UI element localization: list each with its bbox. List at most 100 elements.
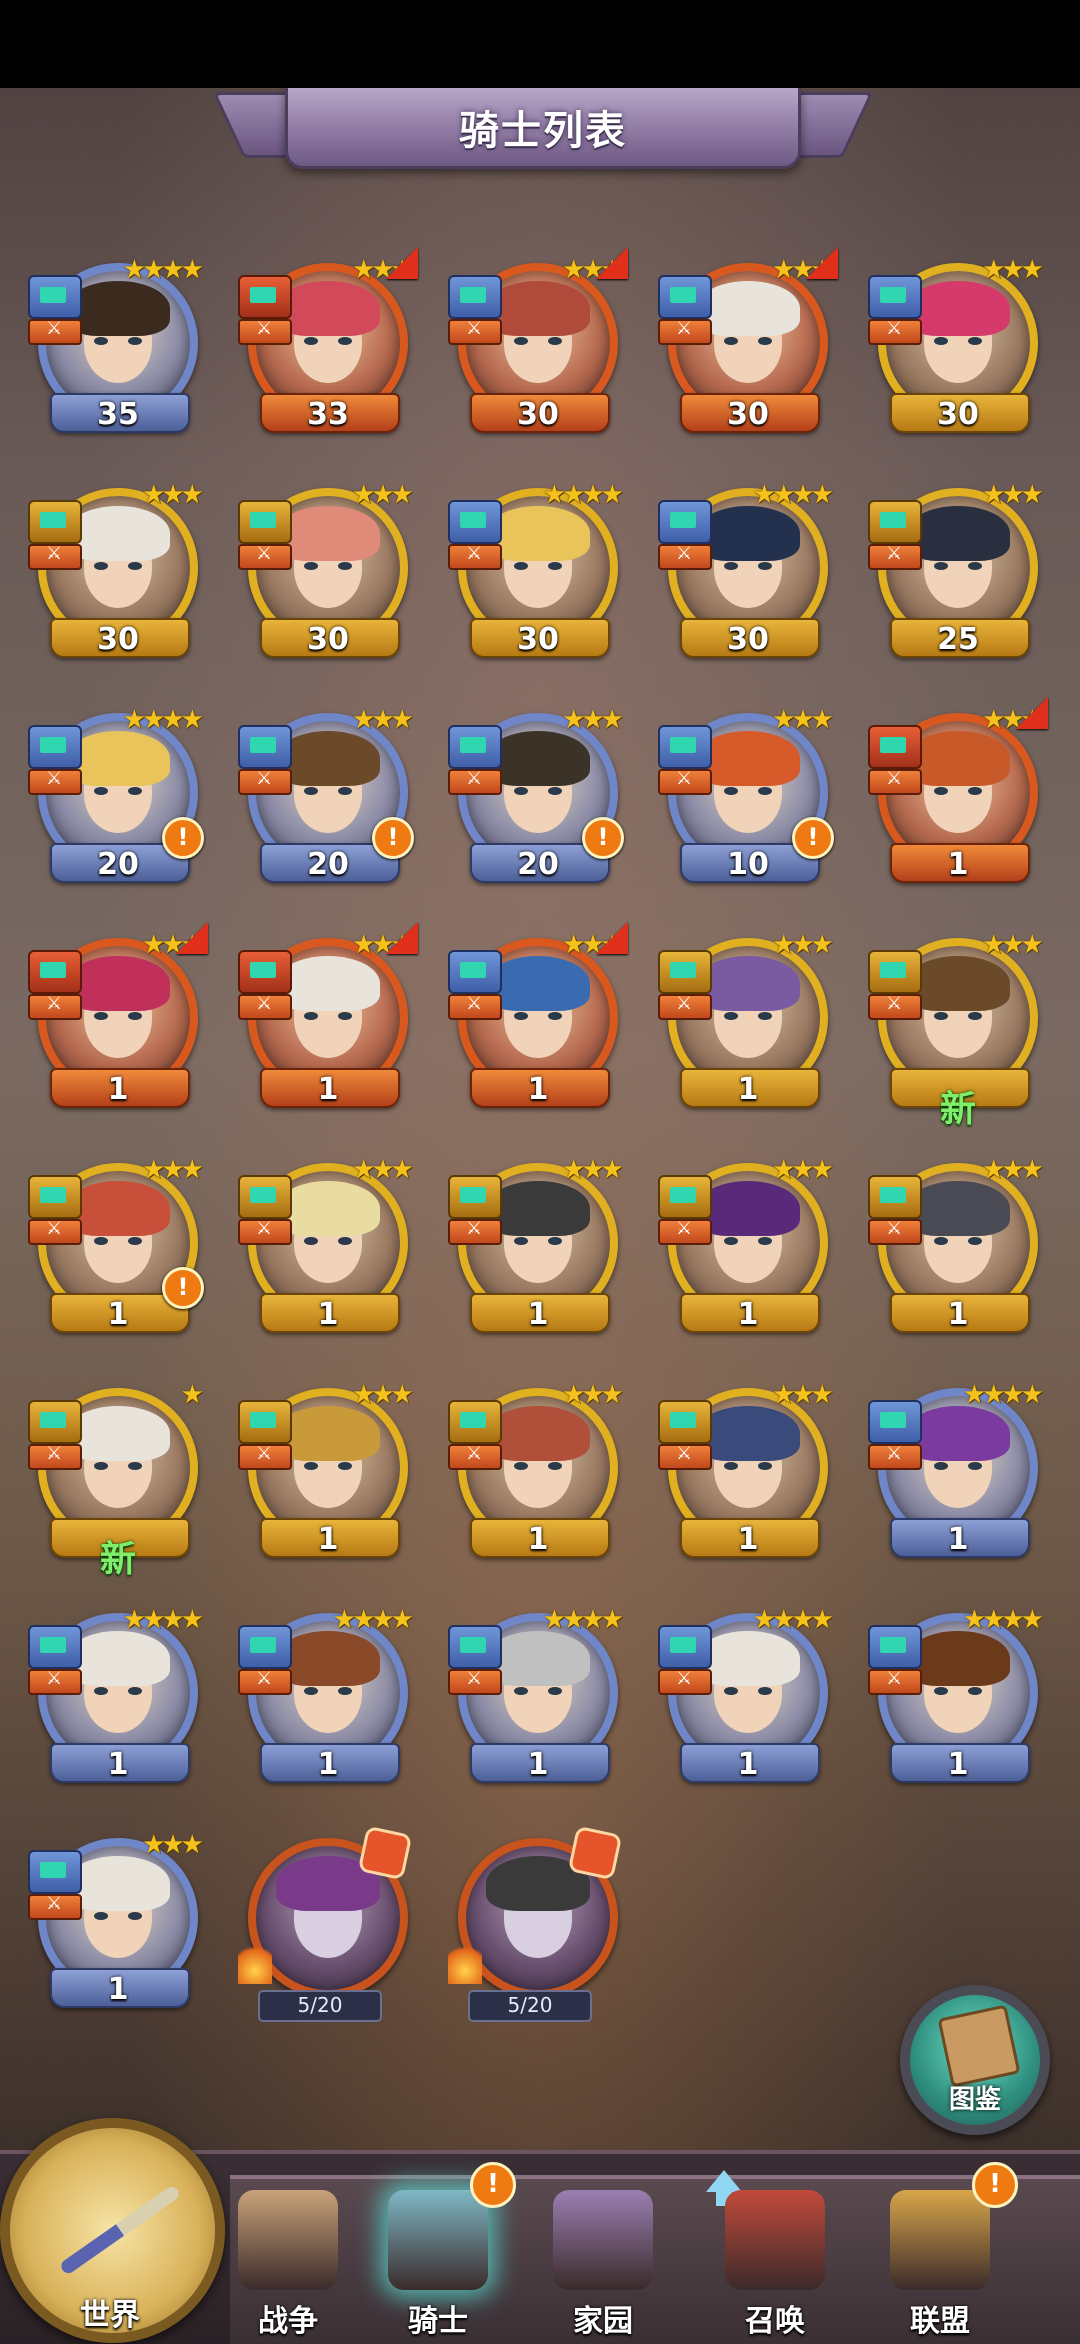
knight-card[interactable]: 30 ★★★	[28, 480, 208, 670]
knight-card[interactable]: 1 ★★★★	[28, 1605, 208, 1795]
knight-card[interactable]: 1 ★★★	[448, 1155, 628, 1345]
star-rating: ★★★★	[542, 1605, 624, 1635]
knight-card[interactable]: 30 ★★★	[238, 480, 418, 670]
class-sword-icon	[28, 1668, 82, 1695]
knight-card[interactable]: 30 ★★★★	[448, 480, 628, 670]
knight-card[interactable]: 1 ★★★	[868, 697, 1048, 895]
knight-card[interactable]: 1 ★★★	[658, 1380, 838, 1570]
star-rating: ★★★	[982, 480, 1044, 510]
class-sword-icon	[28, 543, 82, 570]
nav-item-alliance[interactable]: 联盟!	[860, 2162, 1020, 2340]
new-badge: 新	[939, 1089, 976, 1130]
knight-card[interactable]: 20★★★!	[238, 705, 418, 895]
class-sword-icon	[658, 768, 712, 795]
knight-eye	[128, 1012, 142, 1020]
knight-card[interactable]: 1 ★★★★	[868, 1605, 1048, 1795]
knight-card[interactable]: 10★★★!	[658, 705, 838, 895]
knight-card[interactable]: 1 ★★★★	[238, 1605, 418, 1795]
rank-badge-icon	[658, 950, 712, 994]
knight-card[interactable]: 1 ★★★★	[448, 1605, 628, 1795]
star-rating: ★★★	[982, 255, 1044, 285]
knight-card[interactable]: 33 ★★★	[238, 247, 418, 445]
knight-icon	[388, 2190, 488, 2290]
knight-eye	[548, 1462, 562, 1470]
class-sword-icon	[238, 1668, 292, 1695]
knight-card[interactable]: 1 ★★★	[658, 1155, 838, 1345]
title-banner: 骑士列表	[285, 88, 801, 169]
class-sword-icon	[28, 993, 82, 1020]
class-sword-icon	[658, 1668, 712, 1695]
knight-eye	[934, 1462, 948, 1470]
knight-card[interactable]: 1 ★★★	[868, 1155, 1048, 1345]
rank-badge-icon	[658, 725, 712, 769]
class-sword-icon	[868, 993, 922, 1020]
knight-eye	[94, 1012, 108, 1020]
shard-card[interactable]: 5/20	[238, 1825, 418, 2022]
knight-card[interactable]: 1 ★★★	[238, 1380, 418, 1570]
shard-progress: 5/20	[258, 1990, 382, 2022]
knight-card[interactable]: 25 ★★★	[868, 480, 1048, 670]
knight-card[interactable]: 30 ★★★	[868, 255, 1048, 445]
knight-card[interactable]: ★新	[28, 1380, 208, 1580]
knight-card[interactable]: 1 ★★★	[28, 922, 208, 1120]
knight-card[interactable]: 1 ★★★	[28, 1830, 208, 2020]
codex-button[interactable]: 图鉴	[900, 1985, 1050, 2135]
knight-card[interactable]: 1 ★★★★	[658, 1605, 838, 1795]
knight-eye	[934, 1687, 948, 1695]
knight-eye	[338, 1687, 352, 1695]
class-sword-icon	[28, 1893, 82, 1920]
rank-badge-icon	[448, 1625, 502, 1669]
knight-eye	[724, 562, 738, 570]
nav-item-war[interactable]: 战争	[208, 2180, 368, 2340]
upgrade-arrow-icon	[1016, 697, 1048, 729]
rank-badge-icon	[238, 725, 292, 769]
alert-icon: !	[372, 817, 414, 859]
rank-badge-icon	[658, 1175, 712, 1219]
knight-eye	[758, 1012, 772, 1020]
knight-card[interactable]: 35 ★★★★	[28, 255, 208, 445]
class-sword-icon	[238, 1443, 292, 1470]
knight-eye	[338, 1012, 352, 1020]
nav-item-knights[interactable]: 骑士!	[358, 2162, 518, 2340]
knight-eye	[304, 787, 318, 795]
star-rating: ★★★★	[962, 1605, 1044, 1635]
knight-card[interactable]: 30 ★★★	[658, 247, 838, 445]
star-rating: ★★★★	[122, 705, 204, 735]
nav-item-home[interactable]: 家园	[523, 2180, 683, 2340]
knight-card[interactable]: 30 ★★★★	[658, 480, 838, 670]
knight-level: 1	[527, 1522, 549, 1557]
knight-eye	[968, 1462, 982, 1470]
knight-card[interactable]: 1★★★!	[28, 1155, 208, 1345]
star-rating: ★★★	[352, 480, 414, 510]
upgrade-arrow-icon	[176, 922, 208, 954]
knight-eye	[514, 1462, 528, 1470]
knight-card[interactable]: 1 ★★★	[448, 1380, 628, 1570]
knight-level: 1	[317, 1072, 339, 1107]
knight-card[interactable]: ★★★ 新	[868, 930, 1048, 1130]
rank-badge-icon	[238, 500, 292, 544]
knight-card[interactable]: 20★★★!	[448, 705, 628, 895]
class-sword-icon	[658, 993, 712, 1020]
rank-badge-icon	[28, 1850, 82, 1894]
knight-eye	[128, 1912, 142, 1920]
knight-card[interactable]: 1 ★★★★	[868, 1380, 1048, 1570]
knight-card[interactable]: 1 ★★★	[238, 922, 418, 1120]
knight-eye	[968, 562, 982, 570]
nav-item-summon[interactable]: 召唤	[695, 2180, 855, 2340]
knight-card[interactable]: 1 ★★★	[238, 1155, 418, 1345]
knight-card[interactable]: 1 ★★★	[448, 922, 628, 1120]
shard-card[interactable]: 5/20	[448, 1825, 628, 2022]
knight-level: 1	[107, 1747, 129, 1782]
knight-card[interactable]: 20★★★★!	[28, 705, 208, 895]
knight-level: 1	[107, 1972, 129, 2007]
knight-level: 30	[307, 622, 349, 657]
knight-level: 30	[727, 622, 769, 657]
knight-eye	[128, 787, 142, 795]
knight-card[interactable]: 1 ★★★	[658, 930, 838, 1120]
knight-card[interactable]: 30 ★★★	[448, 247, 628, 445]
star-rating: ★★★	[562, 1155, 624, 1185]
class-sword-icon	[658, 543, 712, 570]
class-sword-icon	[658, 1443, 712, 1470]
class-sword-icon	[238, 993, 292, 1020]
class-sword-icon	[868, 1443, 922, 1470]
